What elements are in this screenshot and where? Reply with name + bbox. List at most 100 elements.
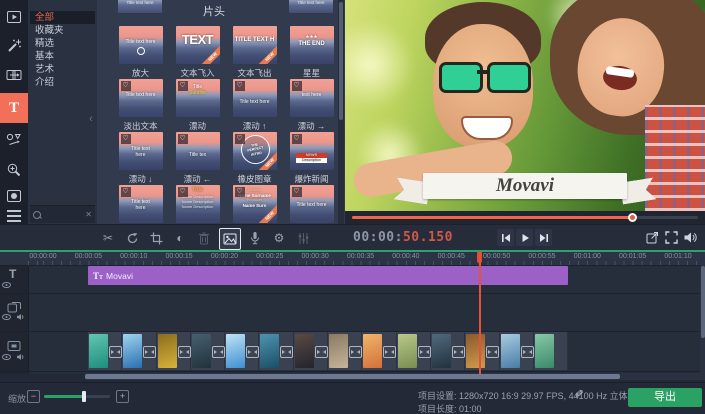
transition-icon[interactable] (212, 346, 225, 358)
transition-icon[interactable] (418, 346, 431, 358)
partial-thumbnail[interactable]: Title text here (118, 0, 162, 13)
template-item[interactable]: ♡Title text here漂动 ↑ (226, 79, 283, 132)
image-properties-icon[interactable] (219, 228, 241, 250)
video-track-eye-icon[interactable] (2, 354, 11, 360)
pan-zoom-icon[interactable] (0, 156, 28, 184)
transition-icon[interactable] (315, 346, 328, 358)
category-item[interactable]: 艺术 (30, 63, 95, 76)
template-item[interactable]: ♡Title texthere漂动 ↓ (112, 132, 169, 185)
filters-wand-icon[interactable] (0, 32, 28, 60)
template-item[interactable]: ♡Title text here (283, 185, 340, 223)
template-item[interactable]: ♡DirectorName SurnameProducerName SurnNE… (226, 185, 283, 223)
favorite-heart-icon[interactable]: ♡ (121, 187, 131, 197)
fullscreen-icon[interactable] (664, 230, 679, 245)
zoom-in-button[interactable]: + (116, 390, 129, 403)
video-clip[interactable] (191, 332, 225, 370)
favorite-heart-icon[interactable]: ♡ (121, 134, 131, 144)
favorite-heart-icon[interactable]: ♡ (178, 81, 188, 91)
video-clip[interactable] (431, 332, 465, 370)
share-icon[interactable] (645, 230, 660, 245)
favorite-heart-icon[interactable]: ♡ (292, 81, 302, 91)
zoom-out-button[interactable]: − (27, 390, 40, 403)
video-clip[interactable] (397, 332, 431, 370)
template-item[interactable]: THE END星星 (283, 26, 340, 79)
template-item[interactable]: ♡Title tex漂动 ← (169, 132, 226, 185)
category-item[interactable]: 基本 (30, 50, 95, 63)
play-button[interactable] (516, 229, 533, 246)
clear-search-icon[interactable]: ✕ (85, 210, 92, 219)
partial-thumbnail[interactable]: Title text here (289, 0, 333, 13)
transition-icon[interactable] (178, 346, 191, 358)
video-clip[interactable] (259, 332, 293, 370)
video-clip[interactable] (294, 332, 328, 370)
favorite-heart-icon[interactable]: ♡ (178, 187, 188, 197)
search-input[interactable] (44, 209, 85, 220)
transition-icon[interactable] (521, 346, 534, 358)
video-track-mute-icon[interactable] (16, 353, 25, 361)
template-item[interactable]: TEXTNEW文本飞入 (169, 26, 226, 79)
transition-icon[interactable] (109, 346, 122, 358)
video-clip[interactable] (225, 332, 259, 370)
transition-icon[interactable] (280, 346, 293, 358)
video-clip[interactable] (465, 332, 499, 370)
template-item[interactable]: ♡TitleSubtitle漂动 (169, 79, 226, 132)
clip-properties-icon[interactable]: ⚙ (269, 228, 289, 248)
gallery-scrollbar-thumb[interactable] (339, 2, 343, 120)
vertical-scrollbar-thumb[interactable] (701, 266, 705, 338)
video-clip[interactable] (157, 332, 191, 370)
linked-track-eye-icon[interactable] (2, 314, 11, 320)
transition-icon[interactable] (383, 346, 396, 358)
video-clip[interactable] (328, 332, 362, 370)
title-clip[interactable]: TT Movavi (88, 266, 568, 285)
favorite-heart-icon[interactable]: ♡ (235, 187, 245, 197)
edit-settings-pencil-icon[interactable]: ✎ (572, 389, 585, 398)
category-item[interactable]: 精选 (30, 37, 95, 50)
delete-icon[interactable] (194, 228, 214, 248)
title-track-eye-icon[interactable] (2, 282, 11, 288)
collapse-panel-chevron-icon[interactable]: ‹ (86, 110, 96, 128)
template-item[interactable]: ♡TitleName DescriptionName DescriptionNa… (169, 185, 226, 223)
template-item[interactable]: ♡THEPERFECTINTRONEW橡皮图章 (226, 132, 283, 185)
favorite-heart-icon[interactable]: ♡ (235, 134, 245, 144)
transition-icon[interactable] (486, 346, 499, 358)
record-audio-icon[interactable] (245, 228, 265, 248)
next-frame-button[interactable] (535, 229, 552, 246)
playhead-line[interactable] (479, 252, 481, 374)
transition-icon[interactable] (246, 346, 259, 358)
template-item[interactable]: ♡Title text here淡出文本 (112, 79, 169, 132)
template-item[interactable]: ♡Title texthere (112, 185, 169, 223)
video-clip[interactable] (88, 332, 122, 370)
horizontal-scrollbar-thumb[interactable] (85, 374, 620, 379)
color-adjustments-icon[interactable]: ◐ (170, 228, 190, 248)
video-clip[interactable] (500, 332, 534, 370)
crop-icon[interactable] (146, 228, 166, 248)
zoom-slider-handle[interactable] (82, 391, 86, 402)
favorite-heart-icon[interactable]: ♡ (121, 81, 131, 91)
transition-icon[interactable] (452, 346, 465, 358)
split-icon[interactable]: ✂ (98, 228, 118, 248)
volume-icon[interactable] (683, 230, 698, 245)
previous-frame-button[interactable] (497, 229, 514, 246)
titles-icon[interactable]: T (0, 93, 28, 123)
template-item[interactable]: ♡text here漂动 → (283, 79, 340, 132)
category-item[interactable]: 全部 (30, 11, 95, 24)
favorite-heart-icon[interactable]: ♡ (292, 187, 302, 197)
transition-icon[interactable] (143, 346, 156, 358)
video-clip[interactable] (534, 332, 568, 370)
video-clip[interactable] (362, 332, 396, 370)
media-icon[interactable] (0, 3, 28, 31)
favorite-heart-icon[interactable]: ♡ (292, 134, 302, 144)
audio-levels-icon[interactable] (293, 228, 313, 248)
category-item[interactable]: 介绍 (30, 76, 95, 89)
category-item[interactable]: 收藏夹 (30, 24, 95, 37)
export-button[interactable]: 导出 (628, 388, 702, 407)
video-clip[interactable] (122, 332, 156, 370)
linked-track-mute-icon[interactable] (16, 313, 25, 321)
favorite-heart-icon[interactable]: ♡ (178, 134, 188, 144)
template-item[interactable]: ♡NEWSDescription爆炸新闻 (283, 132, 340, 185)
rotate-icon[interactable] (122, 228, 142, 248)
favorite-heart-icon[interactable]: ♡ (235, 81, 245, 91)
template-item[interactable]: TITLE TEXT HNEW文本飞出 (226, 26, 283, 79)
callouts-icon[interactable] (0, 126, 28, 154)
transitions-icon[interactable] (0, 61, 28, 89)
